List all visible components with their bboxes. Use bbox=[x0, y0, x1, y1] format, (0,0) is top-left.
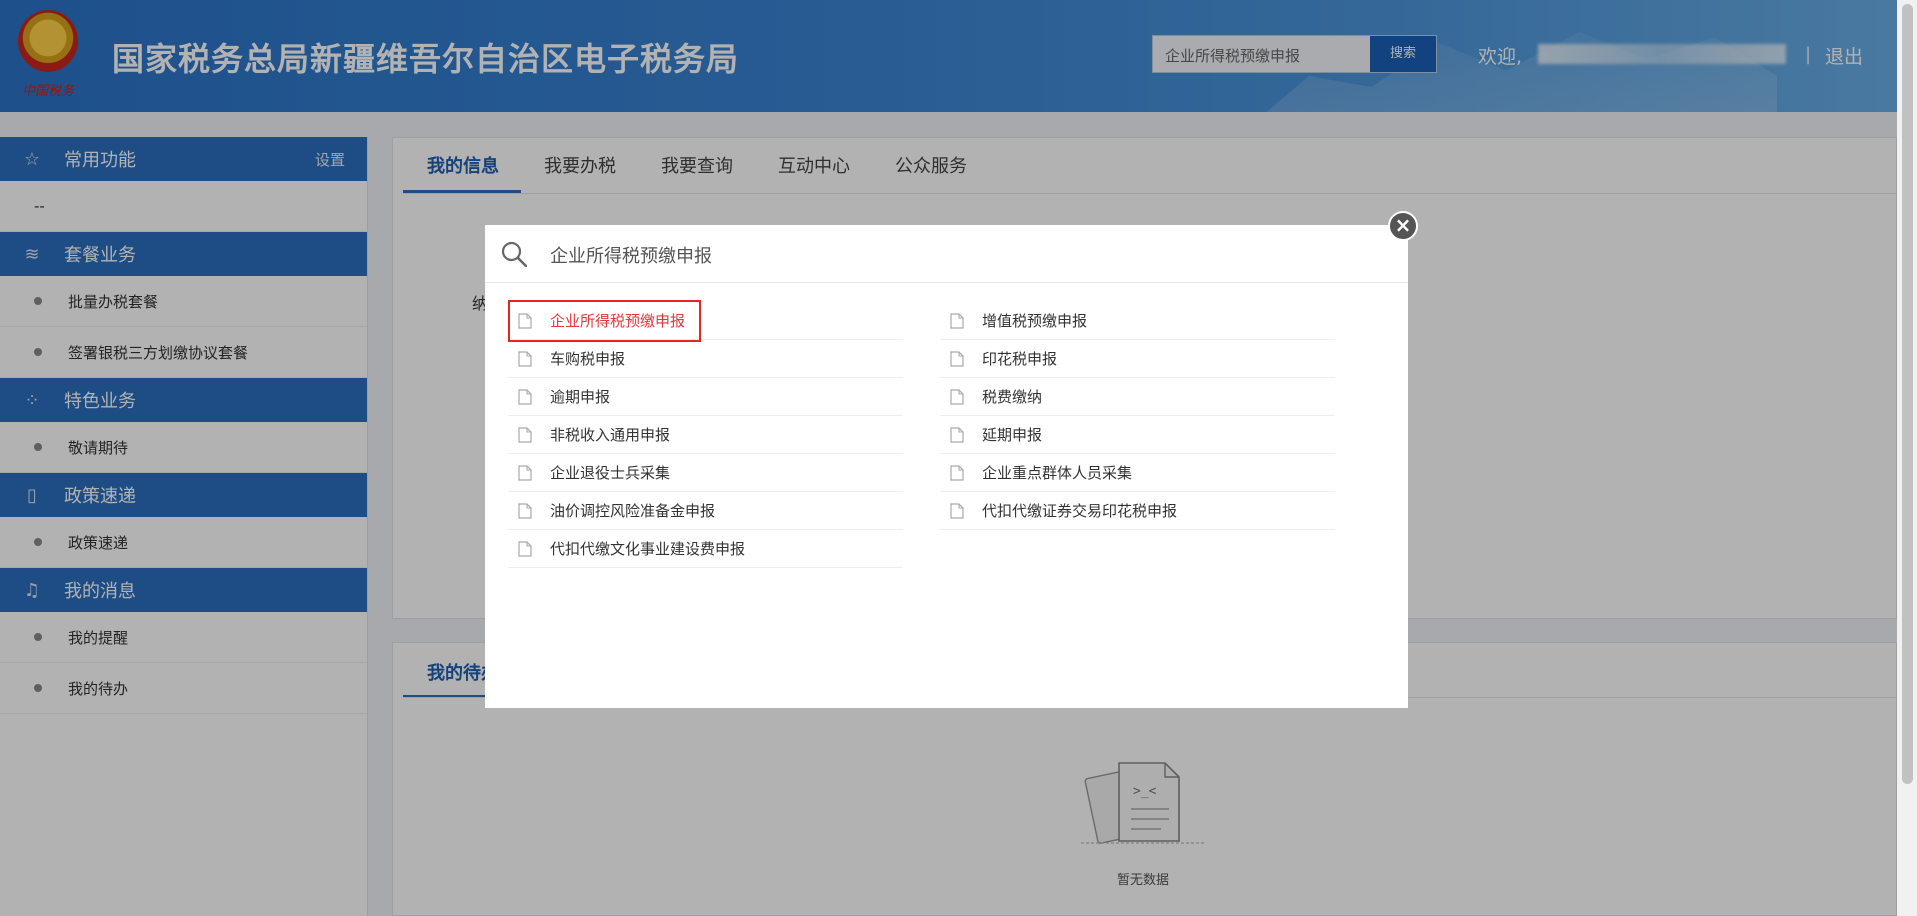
file-icon bbox=[518, 502, 532, 519]
search-result-label: 代扣代缴文化事业建设费申报 bbox=[550, 540, 746, 558]
search-result-label: 车购税申报 bbox=[550, 350, 626, 368]
search-icon bbox=[501, 241, 527, 267]
search-result-item[interactable]: 代扣代缴文化事业建设费申报 bbox=[508, 530, 903, 568]
file-icon bbox=[518, 426, 532, 443]
file-icon bbox=[518, 350, 532, 367]
search-result-label: 非税收入通用申报 bbox=[550, 426, 671, 444]
search-result-item[interactable]: 车购税申报 bbox=[508, 340, 903, 378]
search-result-label: 企业退役士兵采集 bbox=[550, 464, 671, 482]
search-result-item[interactable]: 非税收入通用申报 bbox=[508, 416, 903, 454]
search-result-label: 代扣代缴证券交易印花税申报 bbox=[982, 502, 1178, 520]
modal-search-text[interactable]: 企业所得税预缴申报 bbox=[550, 242, 712, 268]
close-icon[interactable]: × bbox=[1388, 211, 1418, 241]
file-icon bbox=[950, 350, 964, 367]
search-result-item[interactable]: 逾期申报 bbox=[508, 378, 903, 416]
search-result-label: 逾期申报 bbox=[550, 388, 611, 406]
search-result-item[interactable]: 印花税申报 bbox=[940, 340, 1335, 378]
search-result-item[interactable]: 税费缴纳 bbox=[940, 378, 1335, 416]
file-icon bbox=[518, 388, 532, 405]
search-result-item[interactable]: 油价调控风险准备金申报 bbox=[508, 492, 903, 530]
file-icon bbox=[950, 464, 964, 481]
scrollbar-thumb[interactable] bbox=[1902, 4, 1913, 784]
search-result-label: 印花税申报 bbox=[982, 350, 1058, 368]
search-result-label: 税费缴纳 bbox=[982, 388, 1043, 406]
search-result-label: 增值税预缴申报 bbox=[982, 312, 1088, 330]
file-icon bbox=[950, 502, 964, 519]
search-result-item[interactable]: 企业重点群体人员采集 bbox=[940, 454, 1335, 492]
file-icon bbox=[950, 388, 964, 405]
file-icon bbox=[518, 540, 532, 557]
highlight-box bbox=[508, 300, 701, 342]
file-icon bbox=[950, 426, 964, 443]
search-result-item[interactable]: 增值税预缴申报 bbox=[940, 302, 1335, 340]
file-icon bbox=[518, 464, 532, 481]
search-result-item[interactable]: 延期申报 bbox=[940, 416, 1335, 454]
search-result-item[interactable]: 企业退役士兵采集 bbox=[508, 454, 903, 492]
search-result-label: 油价调控风险准备金申报 bbox=[550, 502, 716, 520]
search-result-label: 延期申报 bbox=[982, 426, 1043, 444]
search-result-item[interactable]: 代扣代缴证券交易印花税申报 bbox=[940, 492, 1335, 530]
search-result-label: 企业重点群体人员采集 bbox=[982, 464, 1133, 482]
page-scrollbar[interactable] bbox=[1897, 0, 1917, 916]
file-icon bbox=[950, 312, 964, 329]
modal-search-bar: 企业所得税预缴申报 bbox=[485, 225, 1408, 283]
